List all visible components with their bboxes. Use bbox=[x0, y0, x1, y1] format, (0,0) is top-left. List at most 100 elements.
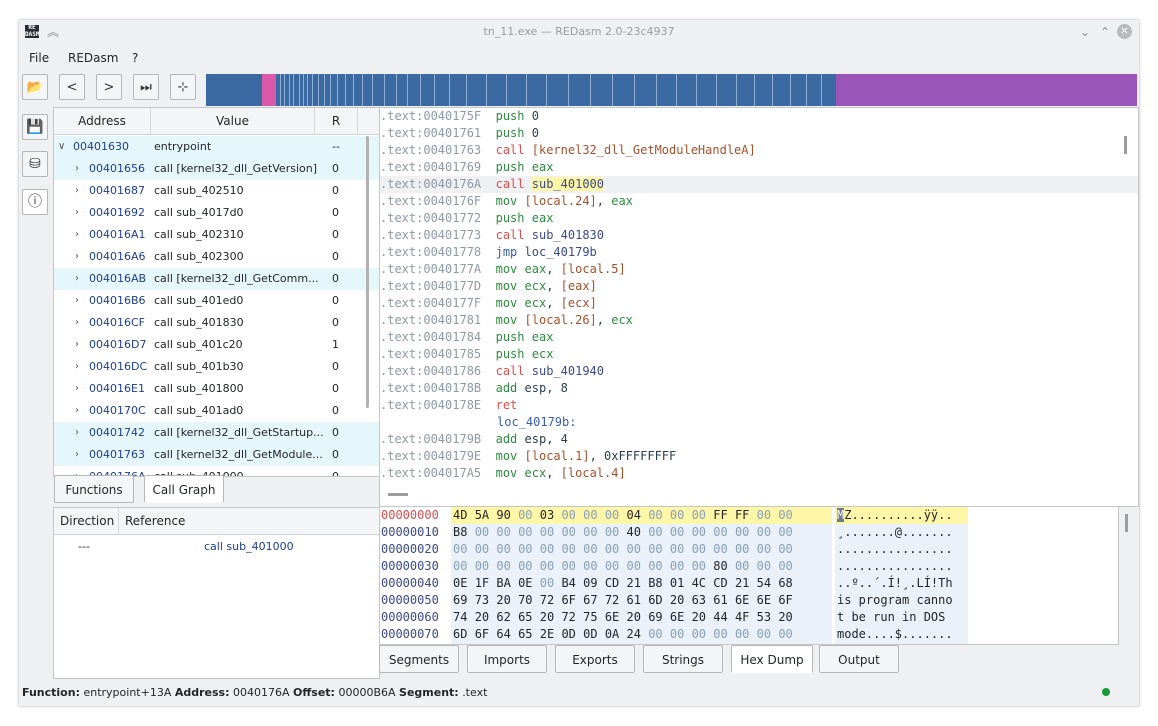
hex-byte[interactable]: 40 bbox=[627, 525, 641, 539]
hex-byte[interactable]: BA bbox=[496, 576, 510, 590]
hex-byte[interactable]: 20 bbox=[627, 610, 641, 624]
hex-byte[interactable]: 00 bbox=[518, 508, 532, 522]
hex-dump-scrollbar[interactable] bbox=[1125, 514, 1128, 532]
disassembly-line[interactable]: .text:00401778 jmp loc_40179b bbox=[380, 244, 1138, 261]
hex-byte[interactable]: 65 bbox=[518, 627, 532, 641]
hex-byte[interactable]: 00 bbox=[583, 559, 597, 573]
hex-byte[interactable]: 00 bbox=[583, 525, 597, 539]
hex-byte[interactable]: 00 bbox=[583, 508, 597, 522]
hex-byte[interactable]: 00 bbox=[627, 542, 641, 556]
hex-byte[interactable]: 00 bbox=[561, 525, 575, 539]
disassembly-line[interactable]: .text:00401786 call sub_401940 bbox=[380, 363, 1138, 380]
hex-ascii-row[interactable]: mode....$....... bbox=[835, 626, 968, 643]
tab-functions[interactable]: Functions bbox=[54, 475, 134, 503]
function-row[interactable]: › 00401656 call [kernel32_dll_GetVersion] 0 bbox=[54, 158, 379, 180]
disassembly-label-line[interactable]: loc_40179b: bbox=[380, 414, 1138, 431]
minimize-button[interactable]: ⌄ bbox=[1077, 24, 1093, 40]
chevron-right-icon[interactable]: › bbox=[75, 444, 79, 466]
hex-byte[interactable]: 0D bbox=[583, 627, 597, 641]
disassembly-line[interactable]: .text:0040177D mov ecx, [eax] bbox=[380, 278, 1138, 295]
open-button[interactable]: 📂 bbox=[22, 74, 48, 100]
chevron-right-icon[interactable]: › bbox=[75, 180, 79, 202]
hex-byte[interactable]: 67 bbox=[583, 593, 597, 607]
hex-byte[interactable]: 6D bbox=[453, 627, 467, 641]
disassembly-line[interactable]: .text:00401761 push 0 bbox=[380, 125, 1138, 142]
hex-byte[interactable]: 00 bbox=[605, 508, 619, 522]
disassembly-line[interactable]: .text:00401781 mov [local.26], ecx bbox=[380, 312, 1138, 329]
hex-byte[interactable]: 20 bbox=[670, 593, 684, 607]
hex-byte[interactable]: 00 bbox=[670, 627, 684, 641]
graph-view-button[interactable]: ⊹ bbox=[170, 74, 196, 100]
chevron-right-icon[interactable]: › bbox=[75, 400, 79, 422]
hex-byte[interactable]: 72 bbox=[540, 593, 554, 607]
hex-byte[interactable]: 00 bbox=[648, 542, 662, 556]
hex-byte[interactable]: 00 bbox=[648, 559, 662, 573]
hex-byte[interactable]: 69 bbox=[648, 610, 662, 624]
back-button[interactable]: < bbox=[59, 74, 85, 100]
hex-byte[interactable]: 20 bbox=[692, 610, 706, 624]
hex-byte[interactable]: 00 bbox=[496, 525, 510, 539]
instruction-operand[interactable]: loc_40179b bbox=[525, 245, 597, 259]
disassembly-line[interactable]: .text:00401763 call [kernel32_dll_GetMod… bbox=[380, 142, 1138, 159]
disassembly-listing[interactable]: .text:0040175F push 0 .text:00401761 push… bbox=[379, 107, 1139, 507]
hex-byte[interactable]: 6E bbox=[605, 610, 619, 624]
hex-byte[interactable]: 20 bbox=[496, 593, 510, 607]
function-row[interactable]: › 004016AB call [kernel32_dll_GetComm... 0 bbox=[54, 268, 379, 290]
hex-ascii-row[interactable]: ................ bbox=[835, 541, 968, 558]
function-row[interactable]: › 004016B6 call sub_401ed0 0 bbox=[54, 290, 379, 312]
hex-byte[interactable]: 00 bbox=[561, 508, 575, 522]
hex-cursor[interactable]: M bbox=[837, 508, 845, 522]
hex-byte[interactable]: 00 bbox=[475, 525, 489, 539]
hex-byte[interactable]: 04 bbox=[627, 508, 641, 522]
tab-output[interactable]: Output bbox=[819, 645, 899, 673]
hex-byte[interactable]: 01 bbox=[670, 576, 684, 590]
close-button[interactable]: ✕ bbox=[1117, 24, 1132, 39]
hex-byte[interactable]: 00 bbox=[648, 508, 662, 522]
hex-byte[interactable]: 61 bbox=[713, 593, 727, 607]
database-button[interactable]: ⛁ bbox=[22, 151, 48, 177]
hex-byte[interactable]: 00 bbox=[778, 525, 792, 539]
functions-scrollbar[interactable] bbox=[366, 136, 369, 408]
hex-byte[interactable]: 0E bbox=[518, 576, 532, 590]
column-header-r[interactable]: R bbox=[315, 108, 358, 134]
tab-segments[interactable]: Segments bbox=[379, 645, 459, 673]
chevron-right-icon[interactable]: › bbox=[75, 158, 79, 180]
hex-byte-row[interactable]: 69 73 20 70 72 6F 67 72 61 6D 20 63 61 6… bbox=[451, 592, 832, 609]
disassembly-line[interactable]: .text:0040176F mov [local.24], eax bbox=[380, 193, 1138, 210]
function-row[interactable]: › 00401692 call sub_4017d0 0 bbox=[54, 202, 379, 224]
hex-ascii-row[interactable]: ..º..´.Í!¸.LÍ!Th bbox=[835, 575, 968, 592]
hex-byte[interactable]: FF bbox=[735, 508, 749, 522]
hex-byte[interactable]: 4C bbox=[692, 576, 706, 590]
hex-ascii-row[interactable]: MZ..........ÿÿ.. bbox=[835, 507, 968, 524]
hex-byte-row[interactable]: 74 20 62 65 20 72 75 6E 20 69 6E 20 44 4… bbox=[451, 609, 832, 626]
hex-byte-row[interactable]: 6D 6F 64 65 2E 0D 0D 0A 24 00 00 00 00 0… bbox=[451, 626, 832, 643]
chevron-right-icon[interactable]: › bbox=[75, 202, 79, 224]
menu-file[interactable]: File bbox=[29, 51, 49, 65]
hex-byte[interactable]: 00 bbox=[692, 627, 706, 641]
hex-byte-row[interactable]: 00 00 00 00 00 00 00 00 00 00 00 00 80 0… bbox=[451, 558, 832, 575]
hex-ascii-row[interactable]: t be run in DOS bbox=[835, 609, 968, 626]
hex-bytes-column[interactable]: 4D 5A 90 00 03 00 00 00 04 00 00 00 FF F… bbox=[451, 507, 832, 644]
disassembly-line[interactable]: .text:0040177A mov eax, [local.5] bbox=[380, 261, 1138, 278]
column-header-reference[interactable]: Reference bbox=[119, 508, 379, 534]
chevron-right-icon[interactable]: › bbox=[75, 290, 79, 312]
chevron-right-icon[interactable]: › bbox=[75, 378, 79, 400]
hex-byte[interactable]: 00 bbox=[583, 542, 597, 556]
hex-byte[interactable]: 03 bbox=[540, 508, 554, 522]
info-button[interactable]: ⓘ bbox=[22, 189, 48, 215]
hex-byte[interactable]: 00 bbox=[735, 525, 749, 539]
hex-byte[interactable]: 00 bbox=[561, 542, 575, 556]
hex-byte[interactable]: 20 bbox=[540, 610, 554, 624]
hex-byte-row[interactable]: 4D 5A 90 00 03 00 00 00 04 00 00 00 FF F… bbox=[451, 507, 832, 524]
hex-ascii-column[interactable]: MZ..........ÿÿ.. ¸.......@...............… bbox=[835, 507, 968, 644]
hex-byte[interactable]: 68 bbox=[778, 576, 792, 590]
hex-byte[interactable]: 72 bbox=[561, 610, 575, 624]
hex-byte[interactable]: 69 bbox=[453, 593, 467, 607]
disassembly-line[interactable]: .text:00401785 push ecx bbox=[380, 346, 1138, 363]
tab-hex-dump[interactable]: Hex Dump bbox=[731, 645, 813, 673]
disassembly-line[interactable]: .text:0040178B add esp, 8 bbox=[380, 380, 1138, 397]
hex-byte[interactable]: 75 bbox=[583, 610, 597, 624]
hex-byte[interactable]: 54 bbox=[757, 576, 771, 590]
function-row[interactable]: › 00401742 call [kernel32_dll_GetStartup..… bbox=[54, 422, 379, 444]
function-row[interactable]: › 004016DC call sub_401b30 0 bbox=[54, 356, 379, 378]
